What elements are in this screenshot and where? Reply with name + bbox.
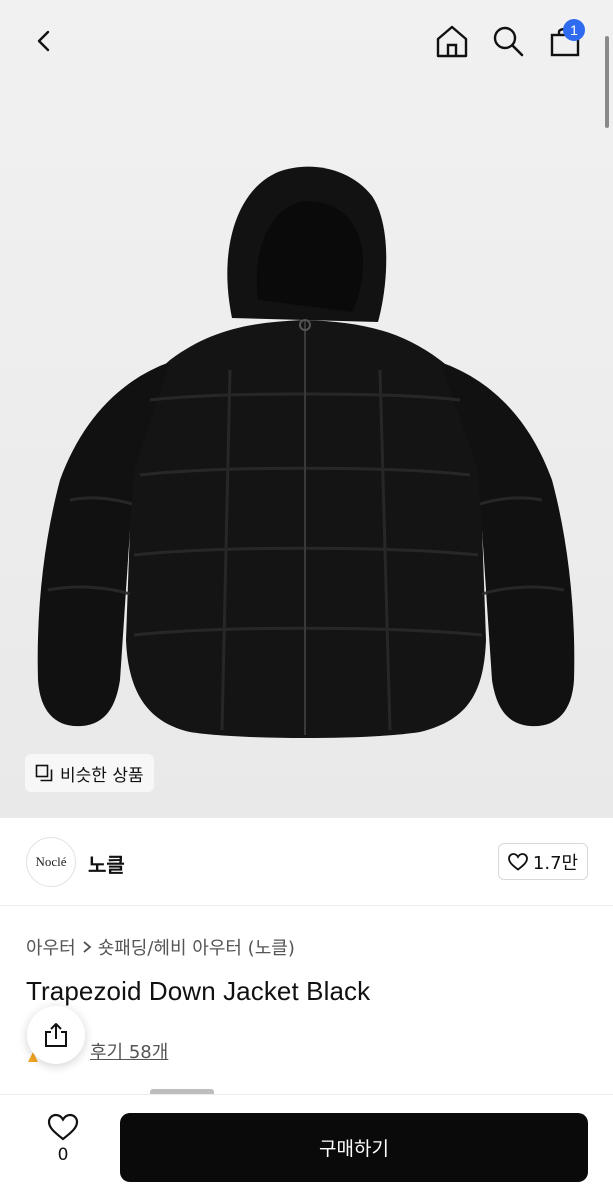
search-button[interactable] — [486, 19, 530, 63]
breadcrumb-item-outer[interactable]: 아우터 — [26, 934, 76, 960]
bottom-action-bar: 0 구매하기 — [0, 1094, 613, 1200]
chevron-right-icon — [83, 941, 92, 953]
reviews-link[interactable]: 후기 58개 — [90, 1038, 168, 1064]
share-button[interactable] — [27, 1006, 85, 1064]
breadcrumb: 아우터 숏패딩/헤비 아우터 (노클) — [26, 934, 295, 960]
wishlist-count: 0 — [57, 1145, 69, 1165]
brand-logo-text: Noclé — [35, 854, 67, 869]
heart-icon — [508, 852, 528, 871]
search-icon — [493, 26, 524, 57]
similar-products-button[interactable]: 비슷한 상품 — [25, 754, 154, 792]
wishlist-button[interactable]: 0 — [40, 1113, 86, 1177]
home-icon — [436, 25, 468, 58]
top-nav: 1 — [0, 0, 613, 84]
brand-name[interactable]: 노클 — [88, 849, 125, 878]
brand-like-button[interactable]: 1.7만 — [498, 843, 588, 880]
brand-like-count: 1.7만 — [532, 852, 579, 874]
jacket-photo — [0, 0, 613, 818]
chevron-left-icon — [37, 30, 50, 52]
similar-products-label: 비슷한 상품 — [60, 765, 144, 786]
brand-row: Noclé 노클 1.7만 — [0, 818, 613, 906]
breadcrumb-item-category[interactable]: 숏패딩/헤비 아우터 (노클) — [98, 934, 295, 960]
cart-button[interactable]: 1 — [543, 19, 587, 63]
scrollbar[interactable] — [605, 36, 609, 128]
home-button[interactable] — [430, 19, 474, 63]
heart-icon — [47, 1113, 79, 1141]
back-button[interactable] — [22, 19, 66, 63]
share-icon — [45, 1023, 67, 1047]
product-image[interactable] — [0, 0, 613, 818]
brand-logo[interactable]: Noclé — [26, 837, 76, 887]
cart-count-badge: 1 — [563, 19, 585, 41]
buy-button[interactable]: 구매하기 — [120, 1113, 588, 1182]
copy-icon — [35, 764, 53, 782]
product-title: Trapezoid Down Jacket Black — [26, 976, 371, 1006]
